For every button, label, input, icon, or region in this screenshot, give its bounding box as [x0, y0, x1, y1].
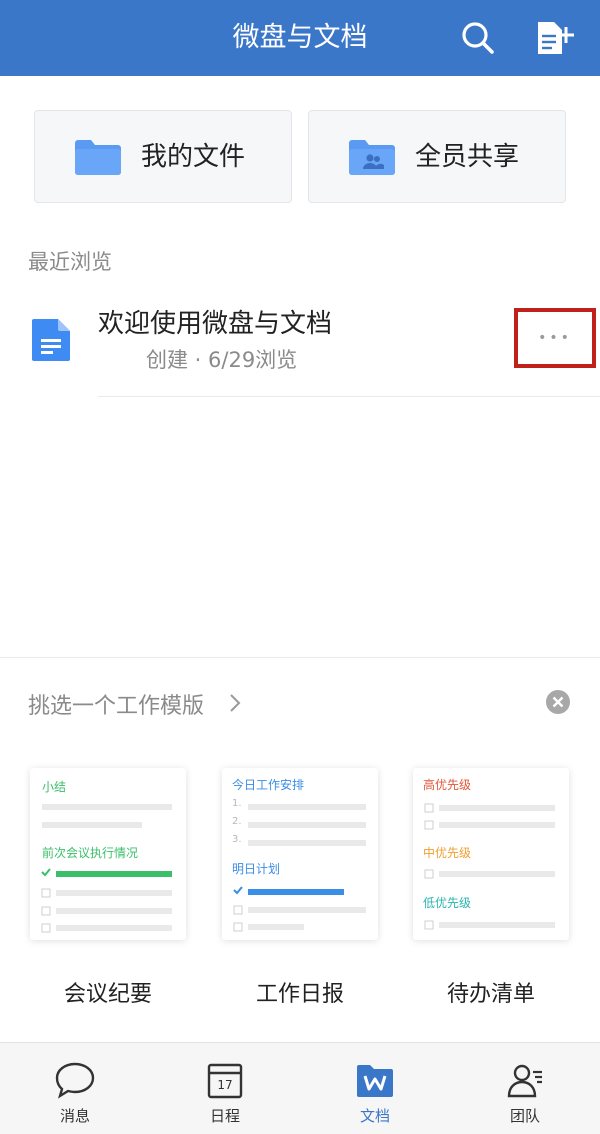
search-icon [462, 22, 494, 54]
new-document-icon [538, 22, 574, 54]
tab-messages[interactable]: 消息 [0, 1043, 150, 1134]
tab-team[interactable]: 团队 [450, 1043, 600, 1134]
chevron-right-icon[interactable] [228, 692, 242, 714]
template-section-heading[interactable]: 挑选一个工作模版 [28, 688, 204, 720]
tab-docs[interactable]: 文档 [300, 1043, 450, 1134]
page-title: 微盘与文档 [232, 22, 368, 53]
card-line: 高优先级 [423, 778, 472, 792]
template-name[interactable]: 待办清单 [413, 976, 569, 1008]
recent-list-item[interactable]: 欢迎使用微盘与文档 创建 · 6/29浏览 ••• [0, 295, 600, 397]
template-card-meeting-minutes[interactable]: 小结 前次会议执行情况 [30, 768, 186, 940]
more-options-button[interactable]: ••• [514, 308, 596, 368]
divider [98, 396, 600, 397]
card-line: 前次会议执行情况 [42, 846, 139, 860]
template-name[interactable]: 会议纪要 [30, 976, 186, 1008]
my-files-label: 我的文件 [141, 142, 246, 172]
template-card-todo-list[interactable]: 高优先级 中优先级 低优先级 [413, 768, 569, 940]
card-line: 中优先级 [423, 846, 472, 860]
my-files-entry[interactable]: 我的文件 [34, 110, 292, 203]
tab-label: 团队 [509, 1107, 540, 1125]
card-line: 今日工作安排 [232, 778, 305, 792]
card-number: 2. [232, 816, 242, 827]
more-dots-icon: ••• [538, 330, 572, 346]
team-icon [507, 1064, 542, 1098]
tab-label: 消息 [59, 1107, 90, 1125]
shared-files-label: 全员共享 [415, 142, 520, 172]
recent-section-label: 最近浏览 [28, 250, 112, 274]
card-line: 明日计划 [232, 862, 281, 876]
new-document-button[interactable] [532, 16, 576, 60]
document-subtitle: 创建 · 6/29浏览 [146, 348, 298, 372]
section-divider [0, 657, 600, 658]
card-number: 3. [232, 834, 242, 845]
card-number: 1. [232, 798, 242, 809]
tab-label: 日程 [209, 1107, 240, 1125]
tab-calendar[interactable]: 17 日程 [150, 1043, 300, 1134]
bottom-tab-bar: 消息 17 日程 文档 团队 [0, 1042, 600, 1134]
card-line: 低优先级 [423, 896, 472, 910]
app-header: 微盘与文档 [0, 0, 600, 76]
template-preview [233, 804, 366, 932]
tab-label: 文档 [359, 1107, 390, 1125]
card-line: 小结 [42, 780, 67, 794]
document-title: 欢迎使用微盘与文档 [98, 309, 333, 339]
shared-folder-icon [349, 140, 395, 175]
docs-w-icon [357, 1065, 393, 1097]
template-name[interactable]: 工作日报 [222, 976, 378, 1008]
screen: 微盘与文档 我的文件 全员共享 最近浏览 欢迎使用微盘与文档 创建 · 6/29… [0, 0, 600, 1134]
search-button[interactable] [456, 16, 500, 60]
folder-icon [75, 140, 121, 175]
template-card-daily-report[interactable]: 今日工作安排 1. 2. 3. 明日计划 [222, 768, 378, 940]
chat-bubble-icon [55, 1062, 95, 1099]
document-icon [32, 319, 70, 361]
shared-files-entry[interactable]: 全员共享 [308, 110, 566, 203]
close-icon[interactable] [546, 690, 570, 714]
calendar-day: 17 [217, 1078, 233, 1092]
